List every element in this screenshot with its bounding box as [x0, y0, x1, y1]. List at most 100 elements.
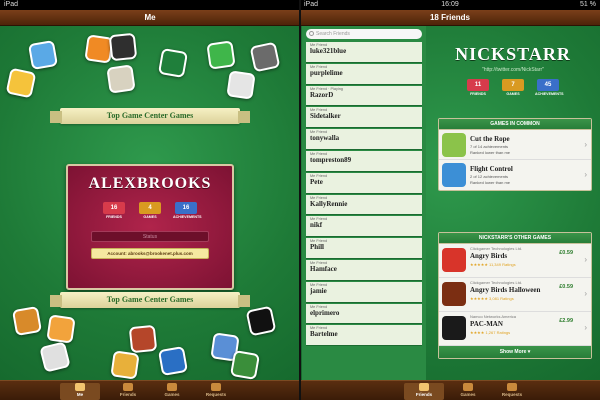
game-progress: 7 of 14 achievements — [470, 144, 509, 149]
tab-friends[interactable]: Friends — [404, 383, 444, 400]
game-icon[interactable] — [226, 70, 256, 100]
game-title: Angry Birds Halloween — [470, 286, 541, 294]
game-icon[interactable] — [5, 67, 37, 99]
friend-row[interactable]: Me Friend tonywalla — [306, 129, 422, 150]
friend-row[interactable]: Me Friend Hamface — [306, 259, 422, 281]
game-icon[interactable] — [27, 39, 59, 71]
player-name: ALEXBROOKS — [88, 175, 212, 192]
friend-name: Phill — [310, 243, 325, 252]
tab-requests[interactable]: Requests — [196, 383, 236, 400]
other-game-row[interactable]: Namco Networks America PAC-MAN ★★★★ 1,26… — [439, 312, 591, 346]
friend-row[interactable]: Me Friend tompreston89 — [306, 150, 422, 172]
friends-icon — [123, 383, 133, 391]
chevron-right-icon: › — [584, 289, 587, 298]
game-icon[interactable] — [249, 41, 281, 73]
tab-games[interactable]: Games — [152, 383, 192, 400]
status-bar: iPad 16:09 51 % — [300, 0, 600, 10]
stat-games[interactable]: 4 GAMES — [137, 202, 163, 219]
friend-row[interactable]: Me Friend nikf — [306, 216, 422, 238]
game-icon[interactable] — [39, 341, 71, 373]
friends-pane: iPad 16:09 51 % 18 Friends Search Friend… — [300, 0, 600, 400]
account-label[interactable]: Account: abrooks@brookenet.plus.com — [91, 248, 209, 259]
stat-friends[interactable]: 11 FRIENDS — [465, 79, 491, 96]
game-icon[interactable] — [108, 32, 138, 62]
stat-achievements[interactable]: 16 ACHIEVEMENTS — [173, 202, 202, 219]
game-icon[interactable] — [157, 345, 189, 377]
stat-label: ACHIEVEMENTS — [173, 215, 202, 219]
other-game-row[interactable]: Clickgamer Technologies Ltd. Angry Birds… — [439, 244, 591, 278]
stat-label: ACHIEVEMENTS — [535, 92, 564, 96]
games-in-common-section: GAMES IN COMMON Cut the Rope 7 of 14 ach… — [438, 118, 592, 191]
game-icon[interactable] — [128, 324, 158, 354]
clock: 16:09 — [441, 1, 459, 8]
stat-label: GAMES — [143, 215, 157, 219]
friend-row[interactable]: Me Friend Pete — [306, 172, 422, 194]
other-games-section: NICKSTARR'S OTHER GAMES Clickgamer Techn… — [438, 232, 592, 359]
status-input[interactable]: Status — [91, 231, 209, 242]
game-rating: ★★★★ 1,267 Ratings — [470, 330, 511, 335]
game-rating: ★★★★★ 11,349 Ratings — [470, 262, 516, 267]
me-icon — [75, 383, 85, 391]
stat-value: 45 — [537, 79, 559, 91]
game-price[interactable]: £2.99 — [559, 318, 573, 324]
friend-stats: 11 FRIENDS 7 GAMES 45 ACHIEVEMENTS — [430, 79, 596, 96]
friend-row[interactable]: Me Friend Sidetalker — [306, 107, 422, 129]
tab-me[interactable]: Me — [60, 383, 100, 400]
friend-row[interactable]: Me Friend purplelime — [306, 63, 422, 85]
game-title: Cut the Rope — [470, 135, 510, 143]
stat-friends[interactable]: 16 FRIENDS — [101, 202, 127, 219]
game-rank: Ranked lower than me — [470, 180, 511, 185]
friends-title: 18 Friends — [300, 10, 600, 26]
game-icon[interactable] — [11, 305, 43, 337]
angry-birds-halloween-icon — [442, 282, 466, 306]
stat-label: FRIENDS — [470, 92, 486, 96]
friend-row[interactable]: Me Friend elprimero — [306, 303, 422, 325]
friend-row[interactable]: Me Friend Phill — [306, 238, 422, 259]
tab-games[interactable]: Games — [448, 383, 488, 400]
pac-man-icon — [442, 316, 466, 340]
friend-name: Bartelme — [310, 330, 338, 339]
friend-twitter[interactable]: "http://twitter.com/NickStarr" — [430, 67, 596, 73]
stat-achievements[interactable]: 45 ACHIEVEMENTS — [535, 79, 564, 96]
game-icon[interactable] — [106, 64, 136, 94]
stat-value: 11 — [467, 79, 489, 91]
game-icon[interactable] — [245, 305, 277, 337]
stat-games[interactable]: 7 GAMES — [500, 79, 526, 96]
friend-row[interactable]: Me Friend jamie — [306, 281, 422, 303]
game-price[interactable]: £0.59 — [559, 250, 573, 256]
friend-name: tompreston89 — [310, 155, 352, 164]
flight-control-icon — [442, 163, 466, 187]
friend-row[interactable]: Me Friend luke321blue — [306, 42, 422, 63]
friend-name: luke321blue — [310, 47, 347, 55]
game-icon[interactable] — [157, 47, 189, 79]
game-icon[interactable] — [46, 314, 76, 344]
games-icon — [167, 383, 177, 391]
friend-name: Hamface — [310, 264, 337, 273]
friend-row[interactable]: Me Friend Bartelme — [306, 325, 422, 347]
other-game-row[interactable]: Clickgamer Technologies Ltd. Angry Birds… — [439, 278, 591, 312]
status-bar: iPad — [0, 0, 300, 10]
game-title: Flight Control — [470, 165, 513, 173]
me-pane: iPad Me Top Game Center Games ALEXBROOKS… — [0, 0, 300, 400]
show-more-button[interactable]: Show More ▾ — [439, 346, 591, 358]
game-publisher: Clickgamer Technologies Ltd. — [470, 280, 523, 285]
game-publisher: Namco Networks America — [470, 314, 517, 319]
common-game-row[interactable]: Cut the Rope 7 of 14 achievements Ranked… — [439, 130, 591, 160]
tab-friends[interactable]: Friends — [108, 383, 148, 400]
section-header: GAMES IN COMMON — [439, 119, 591, 130]
friend-rows: Me Friend luke321blue Me Friend purplelime M… — [306, 42, 422, 380]
friend-name: tonywalla — [310, 134, 340, 143]
game-icon[interactable] — [229, 349, 261, 381]
search-input[interactable]: Search Friends — [306, 29, 422, 39]
friend-row[interactable]: Me Friend · Playing RazorD — [306, 85, 422, 107]
game-price[interactable]: £0.59 — [559, 284, 573, 290]
friend-row[interactable]: Me Friend KallyRennie — [306, 194, 422, 216]
common-game-row[interactable]: Flight Control 2 of 12 achievements Rank… — [439, 160, 591, 190]
friend-name: RazorD — [310, 90, 334, 99]
search-icon — [309, 31, 314, 36]
tab-requests[interactable]: Requests — [492, 383, 532, 400]
angry-birds-icon — [442, 248, 466, 272]
game-icon[interactable] — [206, 40, 236, 70]
game-title: PAC-MAN — [470, 320, 503, 328]
game-icon[interactable] — [110, 350, 140, 380]
